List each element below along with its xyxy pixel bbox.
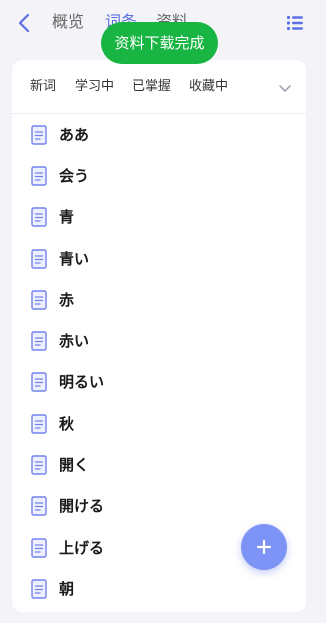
toast-message: 资料下载完成 <box>101 22 218 64</box>
filter-learning[interactable]: 学习中 <box>75 78 114 96</box>
filter-bar: 新词 学习中 已掌握 收藏中 <box>12 60 306 114</box>
document-icon <box>31 124 47 145</box>
word-label: 赤い <box>59 332 90 351</box>
tab-overview[interactable]: 概览 <box>52 11 84 33</box>
list-item[interactable]: 青い <box>12 238 306 279</box>
list-icon <box>286 15 303 31</box>
list-item[interactable]: 秋 <box>12 403 306 444</box>
word-label: 秋 <box>59 414 75 433</box>
list-item[interactable]: 赤 <box>12 279 306 320</box>
document-icon <box>31 414 47 434</box>
list-item[interactable]: 開ける <box>12 486 306 527</box>
word-label: 上げる <box>59 538 105 557</box>
word-label: 開く <box>59 456 90 475</box>
menu-button[interactable] <box>286 14 304 32</box>
document-icon <box>31 579 47 599</box>
list-item[interactable]: 赤い <box>12 320 306 361</box>
word-label: 開ける <box>59 497 105 516</box>
document-icon <box>31 496 47 517</box>
document-icon <box>31 166 47 186</box>
filter-dropdown-button[interactable] <box>278 80 292 94</box>
list-item[interactable]: 青 <box>12 197 306 238</box>
word-label: 青 <box>59 208 75 227</box>
plus-icon <box>256 539 272 555</box>
list-item[interactable]: ああ <box>12 114 306 155</box>
document-icon <box>31 537 47 558</box>
list-item[interactable]: 開く <box>12 444 306 485</box>
filter-favorites[interactable]: 收藏中 <box>189 78 228 96</box>
add-word-button[interactable] <box>241 524 287 570</box>
filter-mastered[interactable]: 已掌握 <box>132 78 171 96</box>
app: 概览 词条 资料 资料下载完成 新词 学习中 已掌握 收藏中 <box>0 0 326 623</box>
back-button[interactable] <box>14 12 34 34</box>
word-label: 青い <box>59 249 90 268</box>
word-label: 朝 <box>59 579 75 598</box>
document-icon <box>31 248 47 269</box>
document-icon <box>31 290 47 310</box>
filter-new[interactable]: 新词 <box>30 78 56 96</box>
list-item[interactable]: 明るい <box>12 362 306 403</box>
chevron-left-icon <box>18 13 30 33</box>
word-label: 赤 <box>59 290 75 309</box>
list-item[interactable]: 会う <box>12 155 306 196</box>
document-icon <box>31 372 47 393</box>
document-icon <box>31 207 47 227</box>
word-label: ああ <box>59 125 90 144</box>
chevron-down-icon <box>279 85 291 92</box>
word-label: 会う <box>59 166 90 185</box>
document-icon <box>31 455 47 475</box>
document-icon <box>31 331 47 351</box>
word-label: 明るい <box>59 373 105 392</box>
list-item[interactable]: 朝 <box>12 568 306 609</box>
